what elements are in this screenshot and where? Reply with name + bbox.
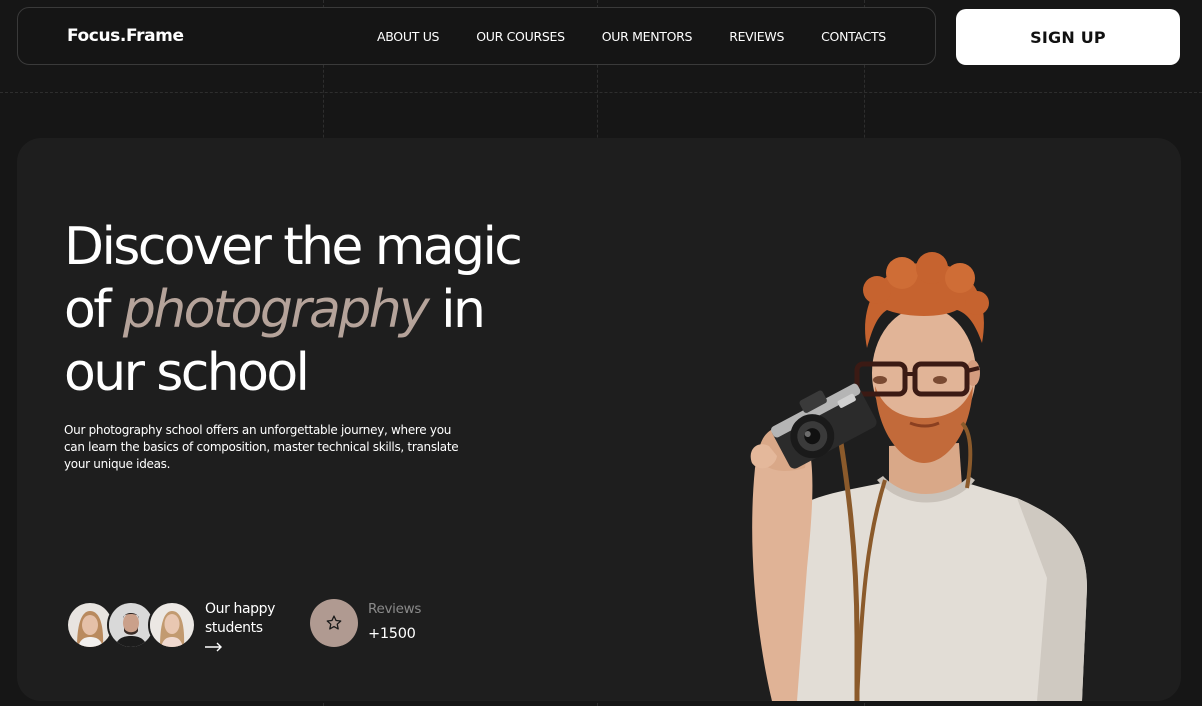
- reviews-label: Reviews: [368, 601, 422, 617]
- sign-up-button[interactable]: SIGN UP: [956, 9, 1180, 65]
- nav-link-reviews[interactable]: REVIEWS: [729, 29, 784, 44]
- logo[interactable]: Focus.Frame: [67, 26, 184, 46]
- top-navigation-bar: Focus.Frame ABOUT US OUR COURSES OUR MEN…: [17, 7, 936, 65]
- headline-line-3: our school: [64, 343, 310, 403]
- grid-line: [0, 92, 1202, 93]
- happy-students-label[interactable]: Our happy students: [205, 600, 295, 638]
- arrow-right-icon[interactable]: [205, 642, 223, 652]
- headline-line-2-prefix: of: [64, 280, 123, 340]
- students-label-line-2: students: [205, 620, 263, 636]
- nav-link-about-us[interactable]: ABOUT US: [377, 29, 439, 44]
- hero-headline: Discover the magic of photography in our…: [64, 216, 523, 405]
- headline-line-2-suffix: in: [427, 280, 486, 340]
- hero-description: Our photography school offers an unforge…: [64, 423, 459, 471]
- reviews-count: +1500: [368, 626, 416, 642]
- hero-photographer-image: [750, 252, 1087, 701]
- headline-line-1: Discover the magic: [64, 217, 523, 277]
- student-avatars[interactable]: [66, 601, 196, 649]
- students-label-line-1: Our happy: [205, 601, 276, 617]
- headline-accent-word: photography: [122, 280, 430, 340]
- nav-link-our-mentors[interactable]: OUR MENTORS: [602, 29, 693, 44]
- reviews-star-button[interactable]: [310, 599, 358, 647]
- hero-section: Discover the magic of photography in our…: [17, 138, 1181, 701]
- nav-link-our-courses[interactable]: OUR COURSES: [476, 29, 565, 44]
- student-avatar-3: [148, 601, 196, 649]
- star-icon: [326, 615, 342, 630]
- nav-link-contacts[interactable]: CONTACTS: [821, 29, 886, 44]
- nav-menu: ABOUT US OUR COURSES OUR MENTORS REVIEWS…: [377, 29, 923, 44]
